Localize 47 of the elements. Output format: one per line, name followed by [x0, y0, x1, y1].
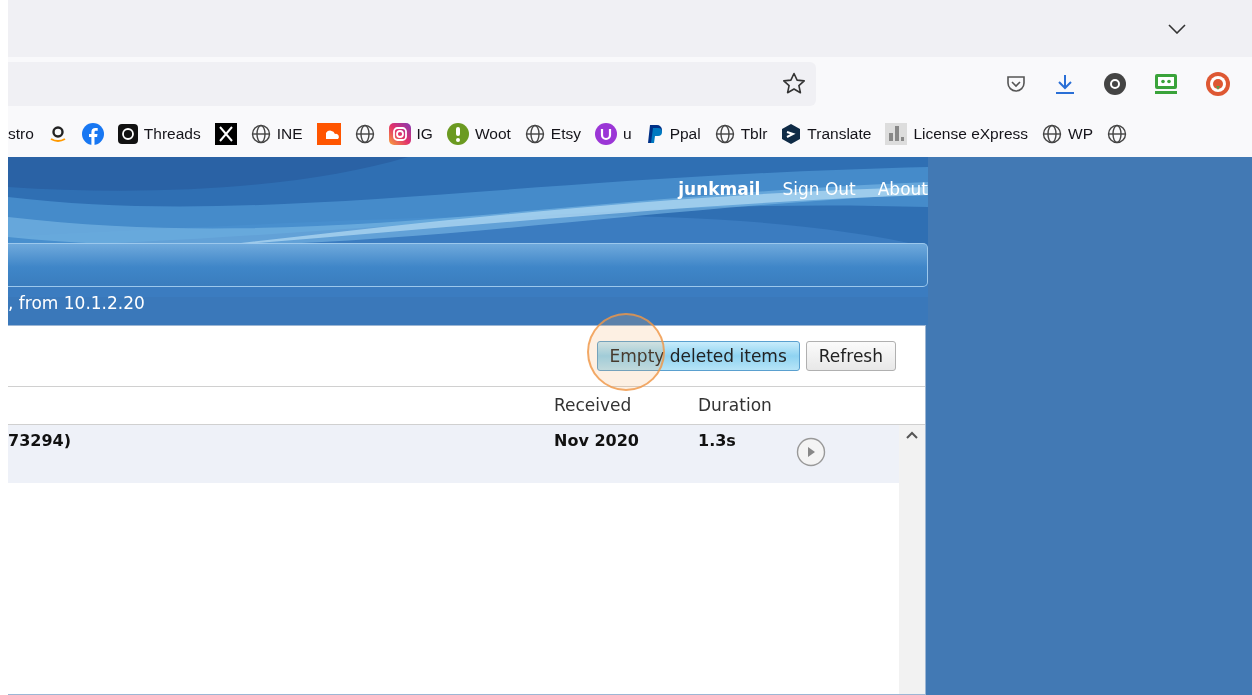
bookmark-link[interactable]: INE: [276, 121, 303, 146]
table-row[interactable]: 73294) Nov 2020 1.3s: [8, 425, 899, 483]
bookmark-link[interactable]: u: [623, 121, 632, 146]
star-icon[interactable]: [782, 72, 806, 95]
globe-icon: [250, 123, 271, 144]
scroll-up-icon[interactable]: [906, 431, 918, 439]
x-logo-icon[interactable]: [214, 122, 237, 145]
bookmark-link[interactable]: Ppal: [669, 121, 701, 146]
column-header[interactable]: Received: [554, 392, 698, 419]
duck-icon[interactable]: [1206, 71, 1230, 96]
globe-icon: [1042, 123, 1062, 144]
column-header[interactable]: Duration: [698, 392, 792, 419]
chart-logo-icon: [885, 122, 908, 145]
u-logo-icon: [595, 122, 617, 145]
bookmark-link[interactable]: WP: [1068, 121, 1093, 146]
globe-icon[interactable]: [354, 123, 375, 144]
scrollbar[interactable]: [899, 425, 925, 694]
globe-icon: [714, 123, 735, 144]
username: junkmail: [678, 178, 761, 201]
p-logo-icon: [645, 123, 664, 144]
bookmark-link[interactable]: Etsy: [550, 121, 581, 146]
circle-icon[interactable]: [1104, 72, 1126, 95]
cloud-logo-icon[interactable]: [316, 122, 341, 145]
bookmark-link[interactable]: License eXpress: [913, 121, 1028, 146]
bookmark-link[interactable]: Tblr: [740, 121, 768, 146]
toolbar-button[interactable]: Refresh: [805, 341, 896, 371]
table-cell-text: 1.3s: [698, 430, 737, 452]
table-cell-text: 73294): [8, 430, 72, 452]
camera-logo-icon: [388, 122, 411, 145]
play-icon[interactable]: [796, 437, 826, 467]
pocket-icon[interactable]: [1006, 74, 1026, 93]
globe-icon: [524, 123, 545, 144]
download-icon[interactable]: [1054, 72, 1076, 95]
table-cell-text: Nov 2020: [554, 430, 640, 452]
f-logo-icon[interactable]: [81, 122, 104, 145]
bookmark-link[interactable]: IG: [416, 121, 433, 146]
bookmark-link[interactable]: stro: [8, 121, 34, 146]
robot-face-icon[interactable]: [1154, 72, 1178, 95]
bookmark-link[interactable]: Translate: [807, 121, 872, 146]
login-info: , from 10.1.2.20: [8, 292, 146, 313]
chevron-down-icon[interactable]: [1168, 23, 1186, 34]
bookmark-link[interactable]: Woot: [474, 121, 511, 146]
hexagon-logo-icon: [781, 122, 802, 145]
at-sign-logo-icon: [117, 123, 138, 144]
bookmark-link[interactable]: Threads: [143, 121, 201, 146]
globe-icon[interactable]: [1106, 123, 1127, 144]
exclamation-logo-icon: [446, 122, 469, 145]
